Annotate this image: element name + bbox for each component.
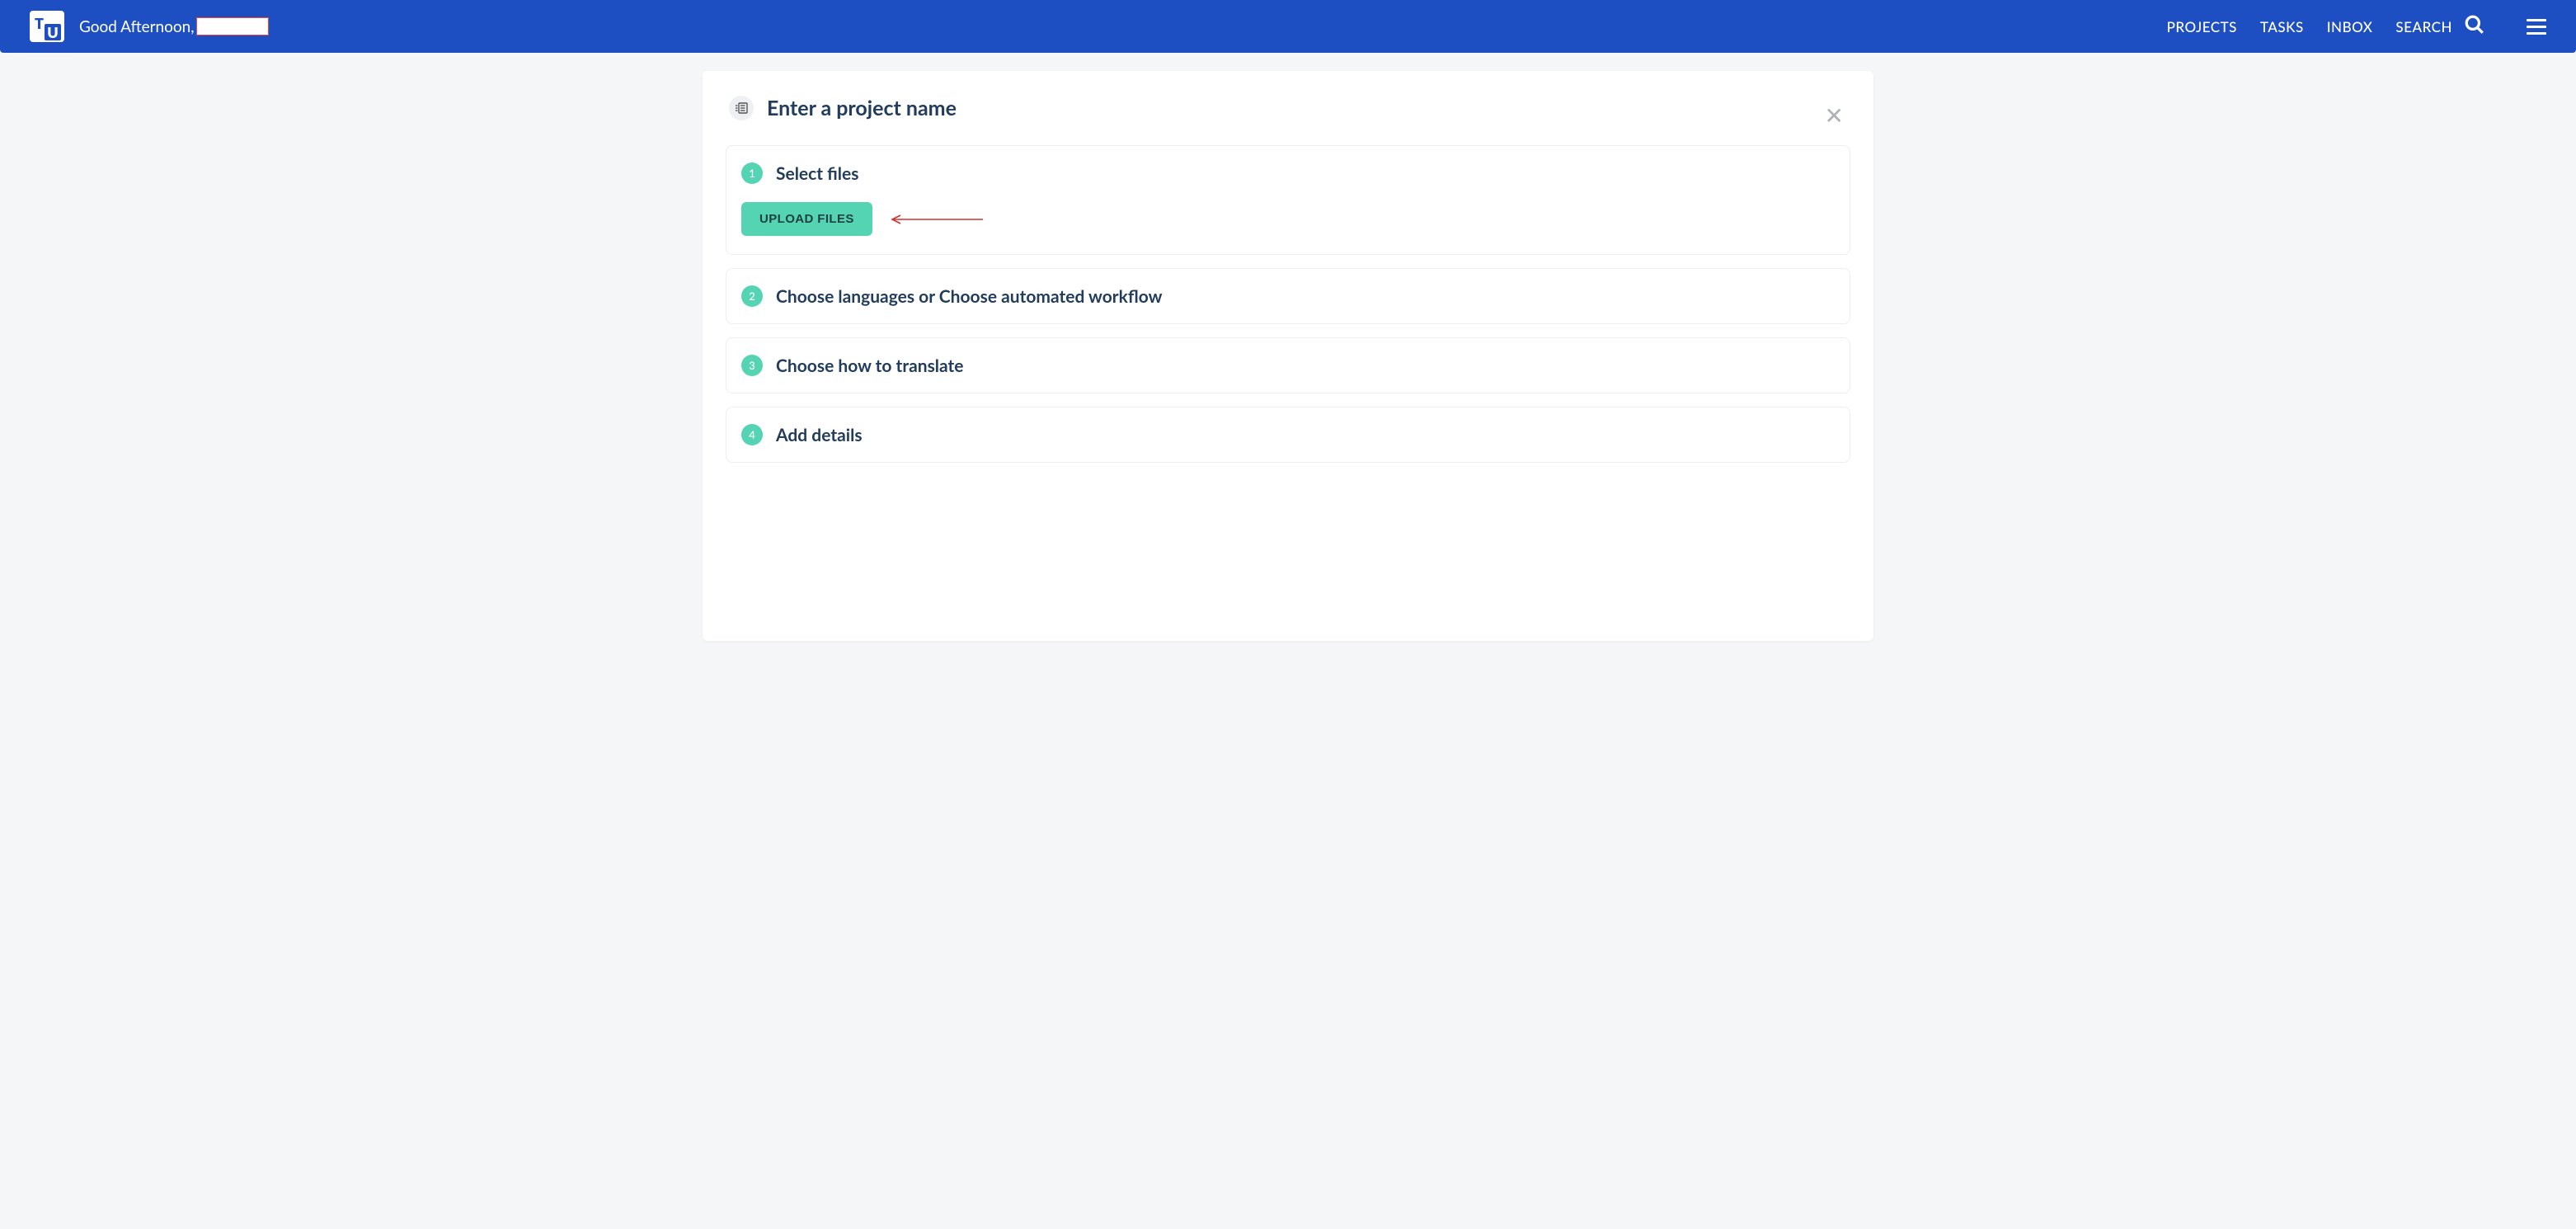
header-nav: PROJECTS TASKS INBOX SEARCH [2167,14,2546,39]
project-name-input[interactable]: Enter a project name [767,96,957,120]
nav-inbox[interactable]: INBOX [2327,18,2373,35]
app-logo[interactable]: T U [30,11,64,42]
step-title: Choose how to translate [776,356,963,376]
search-icon[interactable] [2464,14,2485,39]
title-row: Enter a project name [726,96,1850,120]
step-title: Choose languages or Choose automated wor… [776,286,1162,307]
close-icon[interactable]: ✕ [1825,101,1844,129]
step-2-choose-languages[interactable]: 2 Choose languages or Choose automated w… [726,268,1850,324]
hamburger-menu-icon[interactable] [2527,19,2546,35]
project-create-panel: Enter a project name ✕ 1 Select files UP… [703,71,1873,641]
step-3-choose-how[interactable]: 3 Choose how to translate [726,337,1850,393]
header-left: T U Good Afternoon, [30,11,269,42]
step-badge: 4 [741,424,763,445]
step-title: Add details [776,425,863,445]
step-badge: 2 [741,285,763,307]
nav-tasks[interactable]: TASKS [2260,18,2304,35]
annotation-arrow-icon [886,214,985,225]
nav-search-group[interactable]: SEARCH [2395,14,2485,39]
project-icon [729,96,754,120]
nav-projects[interactable]: PROJECTS [2167,18,2237,35]
step-4-add-details[interactable]: 4 Add details [726,407,1850,463]
greeting-username-redacted [196,17,269,35]
greeting-text: Good Afternoon, [79,17,269,36]
step-title: Select files [776,163,858,184]
step-badge: 1 [741,162,763,184]
app-header: T U Good Afternoon, PROJECTS TASKS INBOX… [0,0,2576,53]
step-badge: 3 [741,355,763,376]
nav-search-label[interactable]: SEARCH [2395,18,2452,35]
step-1-select-files: 1 Select files UPLOAD FILES [726,145,1850,255]
upload-files-button[interactable]: UPLOAD FILES [741,202,872,236]
greeting-label: Good Afternoon, [79,17,195,36]
